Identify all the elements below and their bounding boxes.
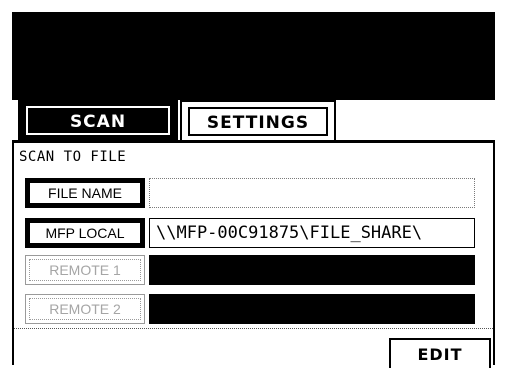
remote-1-button-label: REMOTE 1 xyxy=(29,259,141,281)
remote-2-field xyxy=(149,294,475,324)
file-name-field[interactable] xyxy=(149,178,475,208)
section-title: SCAN TO FILE xyxy=(19,149,127,165)
tab-settings-label: SETTINGS xyxy=(188,107,328,136)
tab-scan[interactable]: SCAN xyxy=(18,100,178,141)
remote-1-button[interactable]: REMOTE 1 xyxy=(25,255,145,285)
remote-2-button[interactable]: REMOTE 2 xyxy=(25,294,145,324)
status-area xyxy=(12,12,495,100)
file-name-button-label: FILE NAME xyxy=(28,181,142,205)
file-name-button[interactable]: FILE NAME xyxy=(25,178,145,208)
edit-button[interactable]: EDIT xyxy=(389,338,491,368)
remote-1-field xyxy=(149,255,475,285)
mfp-local-button-label: MFP LOCAL xyxy=(28,221,142,245)
divider xyxy=(14,328,493,329)
mfp-local-button[interactable]: MFP LOCAL xyxy=(25,218,145,248)
touch-panel-screen: SCAN SETTINGS SCAN TO FILE FILE NAME MFP… xyxy=(12,12,495,368)
mfp-local-path-field[interactable]: \\MFP-00C91875\FILE_SHARE\ xyxy=(149,218,475,248)
tab-scan-label: SCAN xyxy=(26,106,170,135)
tab-settings[interactable]: SETTINGS xyxy=(180,100,336,141)
scan-to-file-panel: SCAN TO FILE FILE NAME MFP LOCAL \\MFP-0… xyxy=(12,140,495,368)
remote-2-button-label: REMOTE 2 xyxy=(29,298,141,320)
